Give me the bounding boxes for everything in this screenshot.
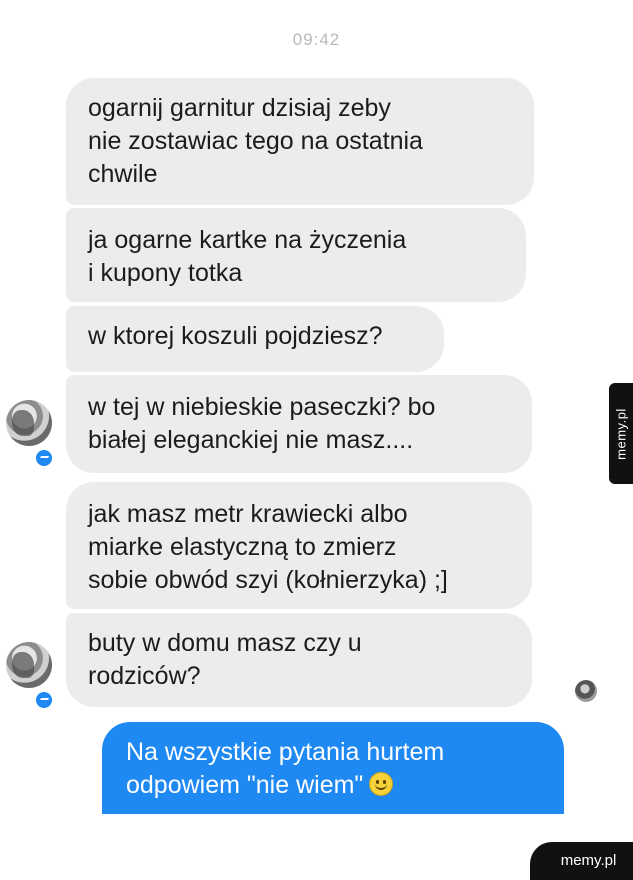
- seen-receipt-avatar: [575, 680, 597, 702]
- outgoing-message-text: Na wszystkie pytania hurtem odpowiem "ni…: [126, 738, 445, 799]
- messenger-badge-icon: [34, 448, 54, 468]
- side-watermark: memy.pl: [609, 383, 633, 484]
- sender-avatar[interactable]: [6, 400, 52, 446]
- smiley-emoji-icon: [369, 772, 394, 796]
- corner-watermark: memy.pl: [530, 842, 633, 880]
- incoming-message[interactable]: jak masz metr krawiecki albo miarke elas…: [66, 482, 532, 609]
- sender-avatar[interactable]: [6, 642, 52, 688]
- incoming-message[interactable]: ja ogarne kartke na życzenia i kupony to…: [66, 208, 526, 302]
- incoming-message[interactable]: buty w domu masz czy u rodziców?: [66, 613, 532, 707]
- outgoing-message[interactable]: Na wszystkie pytania hurtem odpowiem "ni…: [102, 722, 564, 814]
- incoming-message[interactable]: w tej w niebieskie paseczki? bo białej e…: [66, 375, 532, 473]
- side-watermark-text: memy.pl: [613, 407, 629, 460]
- messenger-badge-icon: [34, 690, 54, 710]
- incoming-message[interactable]: w ktorej koszuli pojdziesz?: [66, 306, 444, 372]
- message-timestamp: 09:42: [292, 30, 341, 49]
- chat-thread: 09:42 ogarnij garnitur dzisiaj zeby nie …: [0, 0, 633, 815]
- incoming-message[interactable]: ogarnij garnitur dzisiaj zeby nie zostaw…: [66, 78, 534, 205]
